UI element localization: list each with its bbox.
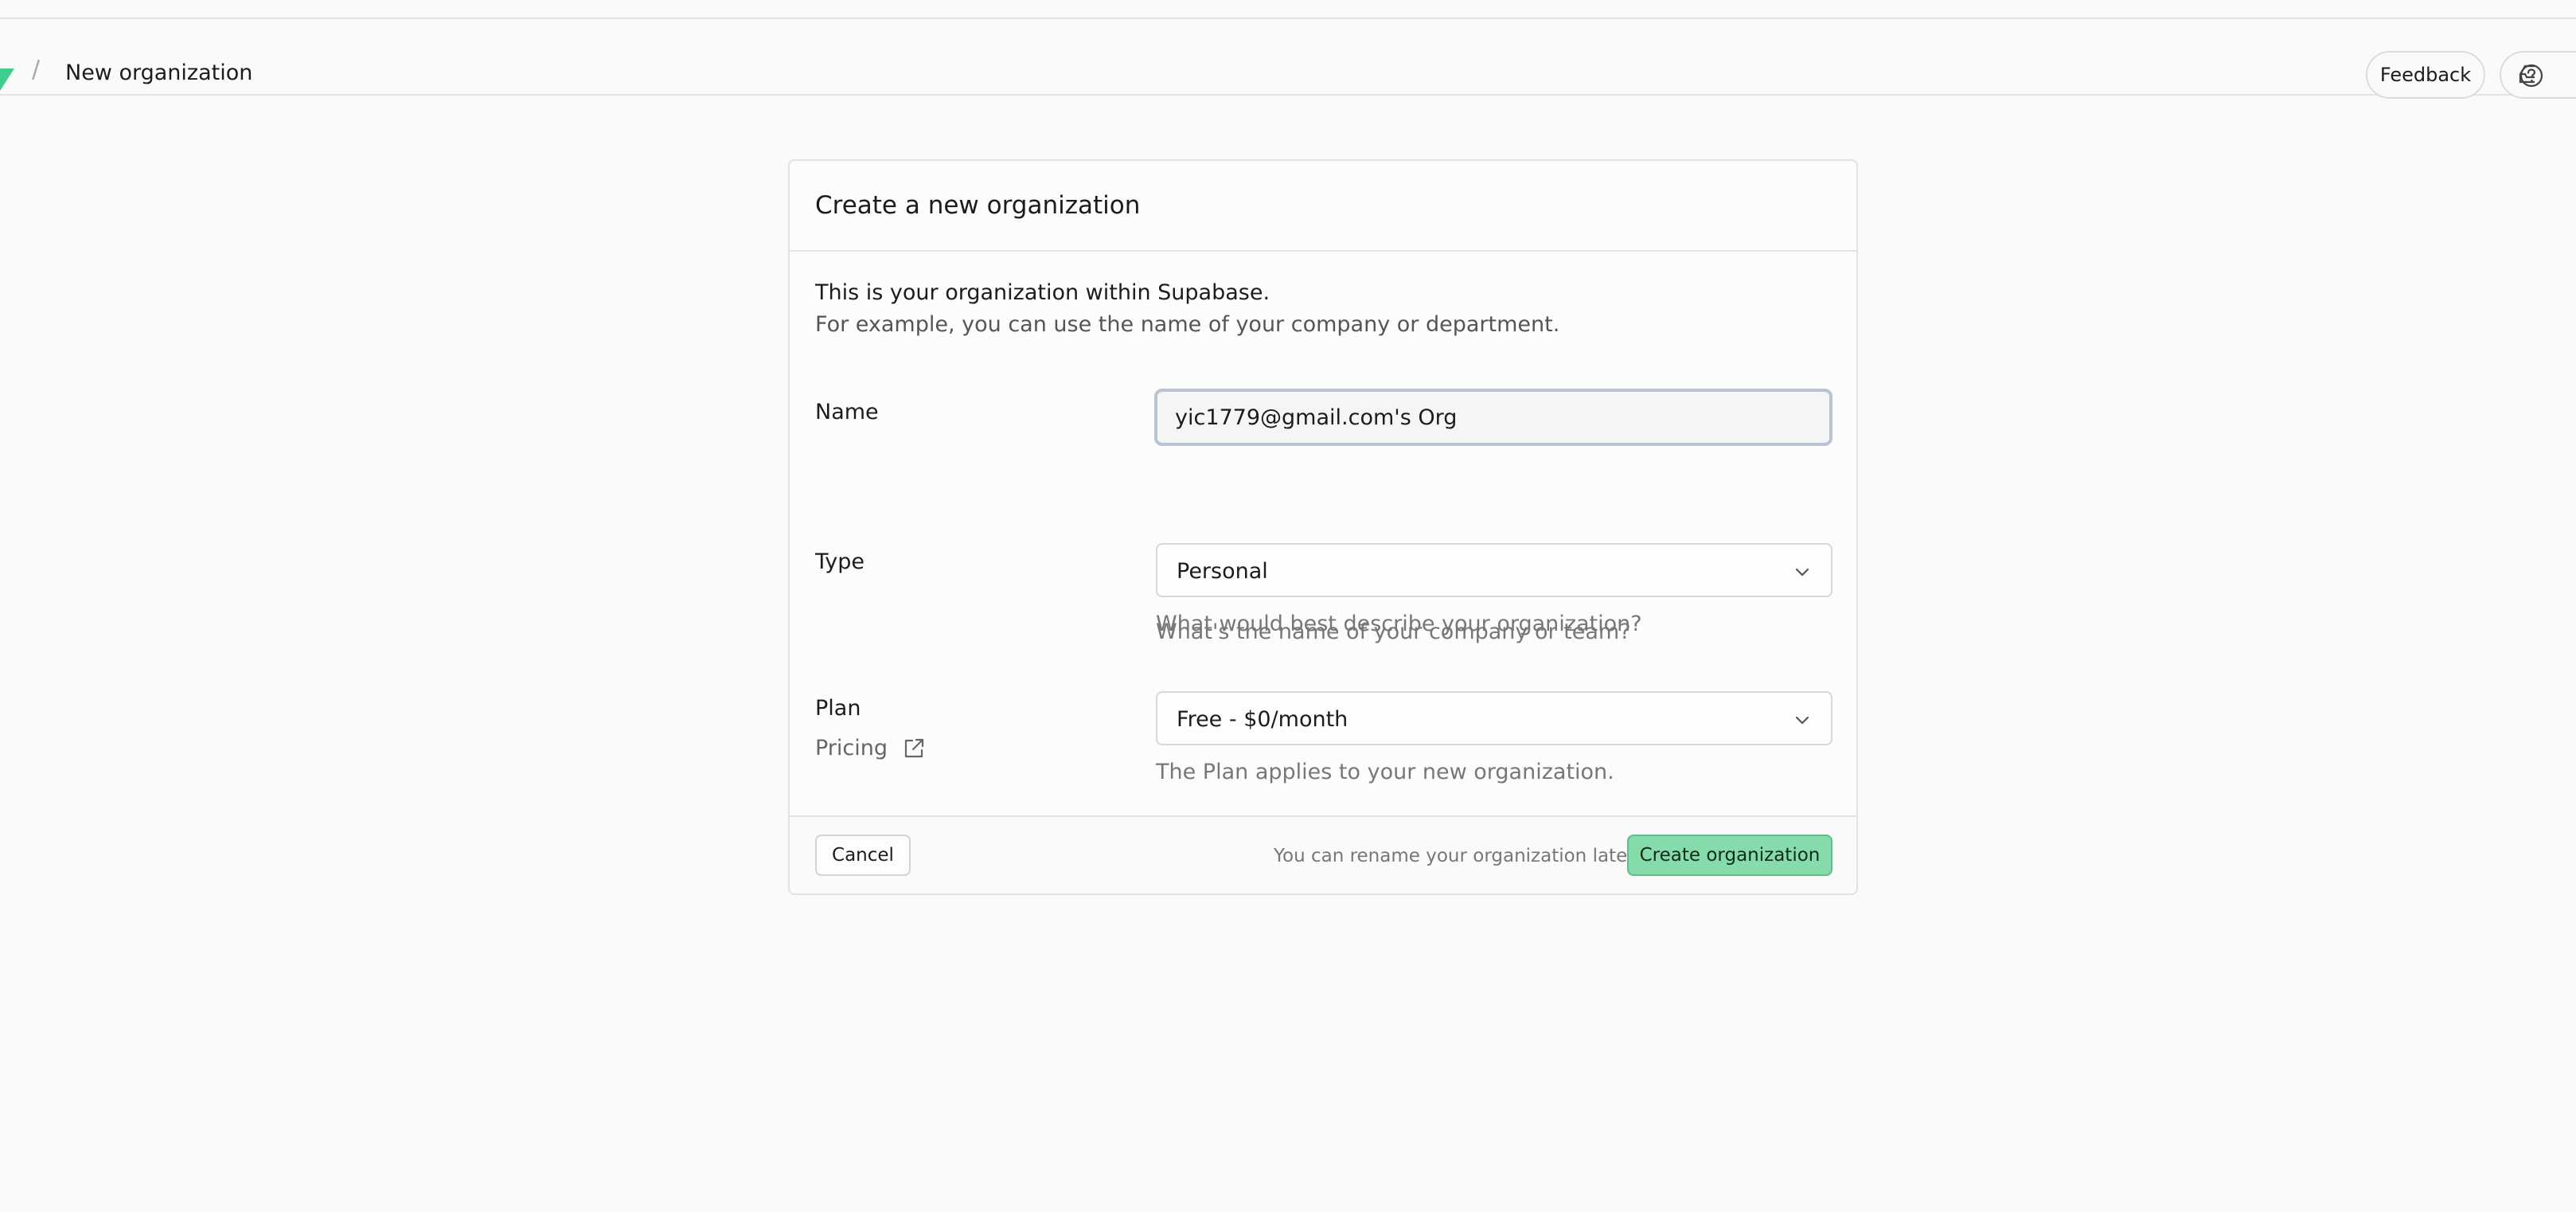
plan-selected-value: Free - $0/month	[1177, 707, 1348, 732]
supabase-logo-icon[interactable]	[0, 68, 14, 91]
breadcrumb-current-page: New organization	[65, 61, 253, 85]
create-organization-card: Create a new organization This is your o…	[788, 159, 1858, 895]
card-footer: Cancel You can rename your organization …	[790, 815, 1856, 893]
top-header: / New organization Feedback	[0, 19, 2576, 99]
create-organization-button[interactable]: Create organization	[1627, 835, 1832, 876]
plan-select[interactable]: Free - $0/month	[1156, 691, 1832, 745]
chevron-down-icon	[1795, 568, 1809, 577]
intro-text: This is your organization within Supabas…	[815, 280, 1270, 305]
type-selected-value: Personal	[1177, 559, 1268, 584]
external-link-icon	[904, 738, 924, 757]
type-help-text: What would best describe your organizati…	[1156, 612, 1642, 636]
cancel-button[interactable]: Cancel	[815, 835, 911, 876]
type-label: Type	[815, 549, 865, 574]
breadcrumb-separator: /	[32, 56, 41, 84]
intro-subtext: For example, you can use the name of you…	[815, 312, 1560, 337]
plan-help-text: The Plan applies to your new organizatio…	[1156, 760, 1614, 784]
pricing-link[interactable]: Pricing	[815, 736, 926, 760]
organization-type-select[interactable]: Personal	[1156, 543, 1832, 597]
plan-label: Plan	[815, 696, 861, 721]
feedback-button[interactable]: Feedback	[2366, 51, 2485, 99]
chevron-down-icon	[1795, 716, 1809, 725]
organization-name-input[interactable]	[1154, 389, 1832, 446]
name-label: Name	[815, 400, 879, 424]
help-button[interactable]	[2500, 51, 2576, 99]
rename-note: You can rename your organization later	[1274, 846, 1635, 866]
inbox-icon	[2519, 65, 2535, 84]
card-header: Create a new organization	[790, 161, 1856, 252]
pricing-link-label: Pricing	[815, 736, 888, 760]
card-title: Create a new organization	[815, 191, 1141, 220]
browser-top-strip	[0, 0, 2576, 19]
